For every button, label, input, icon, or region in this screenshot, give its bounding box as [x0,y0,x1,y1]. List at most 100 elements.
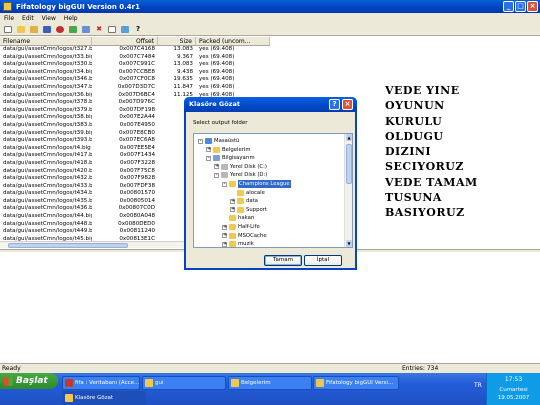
scan-icon[interactable] [120,24,130,34]
column-offset[interactable]: Offset [92,37,158,45]
tree-item[interactable]: + muzik [222,240,254,248]
table-row[interactable]: data/gui/assetCmn/logos/t34.big 0x007CCBE… [0,69,270,77]
dialog-help-button[interactable]: ? [329,99,340,110]
filename-cell: data/gui/assetCmn/logos/t346.big [3,76,92,83]
expand-icon[interactable]: + [222,233,227,239]
taskbar-button[interactable]: Belgelerim [228,376,312,390]
offset-cell: 0x007C7484 [119,53,155,60]
table-row[interactable]: data/gui/assetCmn/logos/t347.big 0x007D3D… [0,84,270,92]
taskbar-button[interactable]: gui [142,376,226,390]
tree-item[interactable]: - Yerel Disk (D:) [214,171,267,179]
column-filename[interactable]: Filename [0,37,92,45]
tree-item[interactable]: + Belgelerim [206,146,251,154]
tree-item-label: Half-Life [238,224,260,230]
tree-item[interactable]: + Yerel Disk (C:) [214,163,267,171]
start-button[interactable]: Başlat [0,373,58,389]
expand-icon[interactable]: + [222,224,227,230]
packed-cell: yes (69.408) [199,83,235,90]
expand-icon[interactable]: + [230,198,235,204]
properties-icon[interactable] [107,24,117,34]
packed-cell: yes (69.408) [199,76,235,83]
window-controls: _ □ × [503,1,538,12]
filename-cell: data/gui/assetCmn/logos/t34.big [3,68,92,75]
minimize-button[interactable]: _ [503,1,514,12]
delete-icon[interactable]: ✖ [94,24,104,34]
scrollbar-thumb[interactable] [8,243,128,248]
tree-item[interactable]: + MSOCache [222,232,267,240]
save-icon[interactable] [42,24,52,34]
start-label: Başlat [16,376,48,386]
expand-icon[interactable]: + [222,241,227,247]
taskbar-button[interactable]: Fifatology bigGUI Versi... [313,376,399,390]
table-row[interactable]: data/gui/assetCmn/logos/t327.big 0x007C41… [0,46,270,54]
menu-edit[interactable]: Edit [22,15,34,22]
scroll-up-icon[interactable]: ▲ [346,134,352,141]
table-row[interactable]: data/gui/assetCmn/logos/t346.big 0x007CF0… [0,76,270,84]
close-button[interactable]: × [527,1,538,12]
toolbar: ✖ ? [0,23,540,36]
folder-tree[interactable]: ▲ ▼ - Masaüstü + Belgelerim - Bilgisayarım + Ye… [193,133,353,248]
import-icon[interactable] [81,24,91,34]
cancel-button[interactable]: İptal [304,255,342,266]
tree-item[interactable]: - Bilgisayarım [206,154,255,162]
taskbar-button-label: Klasöre Gözat [75,395,114,401]
column-packed[interactable]: Packed (uncom... [196,37,270,45]
annotation-line: BASIYORUZ [385,206,465,220]
collapse-icon[interactable]: - [222,181,227,187]
collapse-icon[interactable]: - [198,138,203,144]
size-cell: 13.083 [173,61,193,68]
offset-cell: 0x007D6BC4 [118,91,155,98]
open-archive-icon[interactable] [29,24,39,34]
taskbar-button[interactable]: Klasöre Gözat [62,391,146,405]
offset-cell: 0x007DF198 [119,106,155,113]
tree-item[interactable]: alocale [230,189,265,197]
tree-scrollbar-thumb[interactable] [346,144,352,184]
size-cell: 9.438 [176,68,193,75]
clock-time[interactable]: 17:53 [487,376,540,383]
tree-item[interactable]: hakan [222,214,254,222]
taskbar-button-label: Fifatology bigGUI Versi... [326,380,394,386]
offset-cell: 0x007E8CB0 [119,129,155,136]
scroll-down-icon[interactable]: ▼ [346,240,352,247]
offset-cell: 0x007EE5E4 [119,144,155,151]
window-icon [145,379,153,387]
burn-icon[interactable] [55,24,65,34]
offset-cell: 0x007F1434 [120,152,155,159]
column-size[interactable]: Size [158,37,196,45]
taskbar-button[interactable]: fifa : Veritabanı (Acce... [62,376,140,390]
drive-icon [221,172,228,179]
tree-item[interactable]: + Support [230,206,267,214]
tree-item-label: hakan [238,215,255,222]
tree-scrollbar[interactable]: ▲ ▼ [344,134,352,247]
filename-cell: data/gui/assetCmn/logos/t38.big [3,114,92,121]
clock-day: Cumartesi [499,387,528,393]
tree-item[interactable]: - Champions League [222,180,291,188]
ok-button[interactable]: Tamam [264,255,302,266]
table-row[interactable]: data/gui/assetCmn/logos/t330.big 0x007C99… [0,61,270,69]
expand-icon[interactable]: + [214,164,219,170]
tree-item-label: muzik [238,241,254,248]
help-icon[interactable]: ? [133,24,143,34]
tree-item[interactable]: - Masaüstü [198,137,239,145]
expand-icon[interactable]: + [230,207,235,213]
dialog-close-button[interactable]: × [342,99,353,110]
tree-item-label: Yerel Disk (D:) [230,172,268,179]
tree-item[interactable]: + Half-Life [222,223,260,231]
maximize-button[interactable]: □ [515,1,526,12]
menu-file[interactable]: File [4,15,14,22]
size-cell: 19.635 [173,76,193,83]
collapse-icon[interactable]: - [214,172,219,178]
window-icon [231,379,239,387]
language-indicator[interactable]: TR [474,382,482,389]
tree-item[interactable]: + data [230,197,258,205]
extract-icon[interactable] [68,24,78,34]
expand-icon[interactable]: + [206,147,211,153]
table-row[interactable]: data/gui/assetCmn/logos/t33.big 0x007C748… [0,54,270,62]
offset-cell: 0x007CCBE8 [118,68,155,75]
menu-help[interactable]: Help [64,15,78,22]
menu-view[interactable]: View [42,15,56,22]
new-file-icon[interactable] [3,24,13,34]
open-folder-icon[interactable] [16,24,26,34]
collapse-icon[interactable]: - [206,155,211,161]
main-title-bar[interactable]: Fifatology bigGUI Version 0.4r1 _ □ × [0,0,540,13]
